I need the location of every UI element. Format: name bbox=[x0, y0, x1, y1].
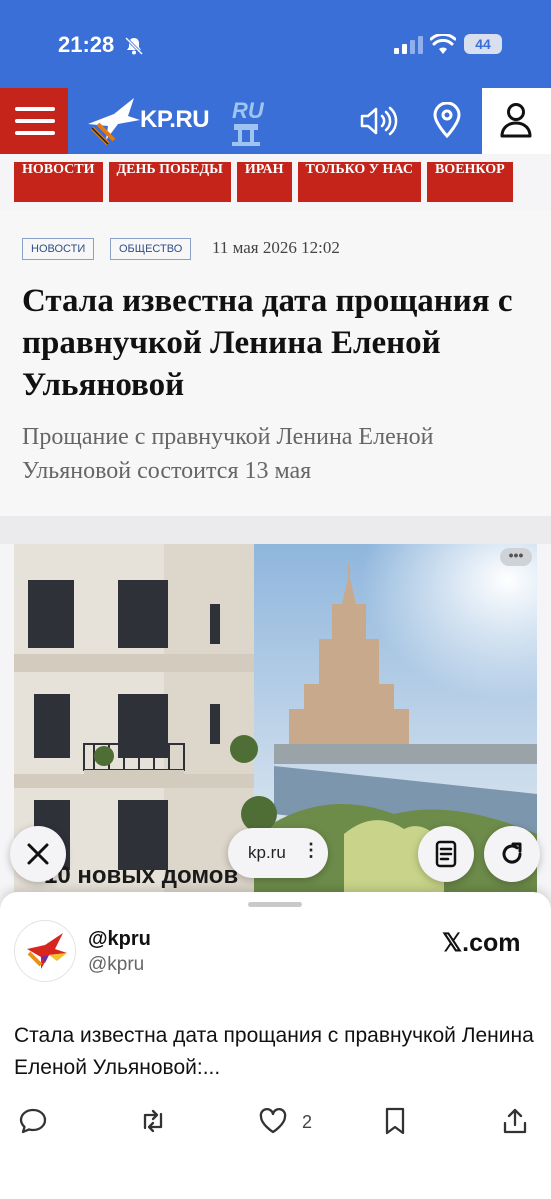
reply-icon[interactable] bbox=[18, 1106, 48, 1136]
heart-icon[interactable] bbox=[258, 1106, 288, 1136]
tweet-text[interactable]: Стала известна дата прощания с правнучко… bbox=[14, 1020, 544, 1084]
article-header: НОВОСТИ ОБЩЕСТВО 11 мая 2026 12:02 Стала… bbox=[0, 210, 551, 516]
hamburger-icon bbox=[15, 131, 55, 135]
url-menu-icon[interactable]: ⋮ bbox=[302, 840, 320, 861]
x-com-link[interactable]: 𝕏.com bbox=[442, 928, 521, 958]
article-date: 11 мая 2026 12:02 bbox=[212, 238, 340, 257]
sheet-drag-handle[interactable] bbox=[248, 902, 302, 907]
ad-more-button[interactable]: ••• bbox=[500, 548, 532, 566]
close-button[interactable] bbox=[10, 826, 66, 882]
nav-tab-exclusive[interactable]: ТОЛЬКО У НАС bbox=[297, 162, 421, 202]
wifi-icon bbox=[430, 34, 456, 54]
tag-society[interactable]: ОБЩЕСТВО bbox=[110, 238, 192, 260]
status-time: 21:28 bbox=[58, 32, 115, 57]
nav-tab-victory-day[interactable]: ДЕНЬ ПОБЕДЫ bbox=[108, 162, 231, 202]
reader-icon bbox=[435, 840, 457, 868]
like-count: 2 bbox=[302, 1112, 313, 1132]
hamburger-menu-button[interactable] bbox=[0, 88, 68, 154]
nav-tab-iran[interactable]: ИРАН bbox=[236, 162, 292, 202]
site-header: KP.RU RU bbox=[0, 88, 551, 154]
speaker-icon[interactable] bbox=[358, 105, 398, 137]
ad-caption: 10 новых домов bbox=[44, 862, 239, 889]
reload-icon bbox=[502, 842, 522, 864]
url-text: kp.ru bbox=[248, 843, 286, 862]
url-pill[interactable]: kp.ru ⋮ bbox=[228, 828, 328, 878]
section-divider bbox=[0, 516, 551, 544]
section-nav: НОВОСТИ ДЕНЬ ПОБЕДЫ ИРАН ТОЛЬКО У НАС ВОЕНКО… bbox=[14, 162, 551, 202]
tweet-author-name[interactable]: @kpru bbox=[88, 928, 151, 951]
user-icon bbox=[500, 103, 532, 138]
site-logo[interactable]: KP.RU RU bbox=[84, 92, 284, 152]
tag-news[interactable]: НОВОСТИ bbox=[22, 238, 95, 260]
close-icon bbox=[27, 843, 49, 865]
share-icon[interactable] bbox=[500, 1106, 530, 1136]
hamburger-icon bbox=[15, 119, 55, 123]
kp-bird-avatar-icon bbox=[27, 933, 67, 969]
retweet-icon[interactable] bbox=[138, 1106, 168, 1136]
article-subtitle: Прощание с правнучкой Ленина Еленой Улья… bbox=[22, 424, 434, 484]
bell-slash-icon bbox=[124, 36, 144, 56]
article-title: Стала известна дата прощания с правнучко… bbox=[22, 283, 513, 403]
battery-level: 44 bbox=[464, 34, 502, 54]
reader-button[interactable] bbox=[418, 826, 474, 882]
bookmark-icon[interactable] bbox=[380, 1106, 410, 1136]
tweet-author-handle[interactable]: @kpru bbox=[88, 954, 144, 976]
nav-tab-war-correspondent[interactable]: ВОЕНКОР bbox=[426, 162, 513, 202]
tweet-sheet: @kpru @kpru 𝕏.com Стала известна дата пр… bbox=[0, 892, 551, 1199]
status-bar: 21:28 44 bbox=[0, 0, 551, 88]
signal-icon bbox=[394, 36, 423, 54]
kp-bird-logo-icon bbox=[88, 98, 140, 146]
svg-text:RU: RU bbox=[232, 98, 265, 123]
nav-tab-news[interactable]: НОВОСТИ bbox=[14, 162, 103, 202]
hamburger-icon bbox=[15, 107, 55, 111]
location-pin-icon[interactable] bbox=[432, 102, 462, 138]
logo-ru-badge: RU bbox=[232, 98, 265, 146]
reload-button[interactable] bbox=[484, 826, 540, 882]
avatar[interactable] bbox=[14, 920, 76, 982]
account-button[interactable] bbox=[482, 88, 551, 154]
logo-text: KP.RU bbox=[140, 106, 210, 133]
